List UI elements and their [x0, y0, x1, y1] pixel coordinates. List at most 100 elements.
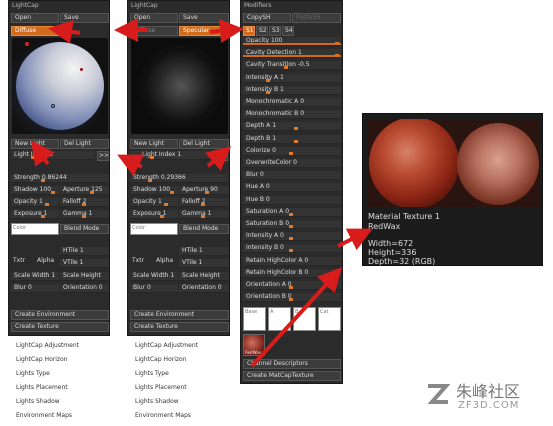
- swatch-cat[interactable]: Cat: [318, 307, 341, 331]
- light-index-slider[interactable]: Light Index 1: [11, 151, 95, 160]
- slider-knob[interactable]: [266, 90, 270, 94]
- blend-mode-button[interactable]: Blend Mode: [179, 224, 229, 234]
- lightcap-preview[interactable]: [131, 38, 228, 134]
- slider-knob[interactable]: [289, 237, 293, 241]
- slider-knob[interactable]: [289, 298, 293, 302]
- modifier-slider[interactable]: Saturation B 0: [243, 220, 341, 229]
- vtile-slider[interactable]: VTile 1: [60, 259, 109, 268]
- lightcap-preview[interactable]: [12, 38, 108, 134]
- create-matcap-texture-button[interactable]: Create MatCapTexture: [243, 371, 341, 381]
- new-light-button[interactable]: New Light: [11, 139, 59, 149]
- submenu-item[interactable]: LightCap Horizon: [16, 356, 79, 370]
- swatch-a[interactable]: A: [268, 307, 291, 331]
- open-button[interactable]: Open: [130, 13, 178, 23]
- slider-knob[interactable]: [289, 151, 293, 155]
- light-marker-icon[interactable]: [51, 104, 55, 108]
- alpha-label[interactable]: Alpha: [37, 257, 54, 264]
- modifier-slider[interactable]: Intensity A 1: [243, 73, 341, 83]
- modifier-slider[interactable]: Depth A 1: [243, 122, 341, 132]
- submenu-item[interactable]: Lights Type: [135, 370, 198, 384]
- modifier-slider[interactable]: Blur 0: [243, 171, 341, 181]
- shadow-slider[interactable]: Shadow 100: [130, 186, 178, 195]
- slider-knob[interactable]: [284, 66, 288, 70]
- slider-knob[interactable]: [294, 139, 298, 143]
- scale-height-slider[interactable]: Scale Height: [60, 272, 109, 281]
- modifier-slider[interactable]: Retain HighColor A 0: [243, 256, 341, 266]
- copy-sh-button[interactable]: CopySH: [243, 13, 291, 23]
- tab-s4[interactable]: S4: [282, 26, 294, 36]
- submenu-item[interactable]: Environment Maps: [135, 412, 198, 426]
- diffuse-mode-button[interactable]: Diffuse: [11, 26, 59, 36]
- submenu-item[interactable]: Lights Type: [16, 370, 79, 384]
- opacity-slider[interactable]: Opacity 1: [130, 198, 178, 207]
- swatch-base[interactable]: Base: [243, 307, 266, 331]
- modifier-slider[interactable]: Depth B 1: [243, 134, 341, 144]
- scale-width-slider[interactable]: Scale Width 1: [11, 272, 59, 281]
- modifier-slider[interactable]: Intensity A 0: [243, 232, 341, 242]
- create-texture-button[interactable]: Create Texture: [11, 322, 109, 332]
- slider-knob[interactable]: [148, 179, 152, 182]
- next-light-button[interactable]: >>: [97, 151, 109, 161]
- modifier-slider[interactable]: Intensity B 0: [243, 244, 341, 254]
- slider-knob[interactable]: [289, 286, 293, 289]
- htile-slider[interactable]: HTile 1: [179, 247, 229, 256]
- txtr-label[interactable]: Txtr: [132, 257, 144, 264]
- open-button[interactable]: Open: [11, 13, 59, 23]
- slider-knob[interactable]: [294, 127, 298, 131]
- gamma-slider[interactable]: Gamma 1: [179, 210, 229, 219]
- diffuse-mode-button[interactable]: Diffuse: [130, 26, 178, 36]
- slider-knob[interactable]: [82, 203, 86, 206]
- modifier-slider[interactable]: Cavity Transition -0.5: [243, 61, 341, 71]
- gamma-slider[interactable]: Gamma 1: [60, 210, 109, 219]
- scale-height-slider[interactable]: Scale Height: [179, 272, 229, 281]
- slider-knob[interactable]: [160, 215, 164, 218]
- swatch-b[interactable]: B: [293, 307, 316, 331]
- opacity-slider[interactable]: Opacity 1: [11, 198, 59, 207]
- channel-descriptors-button[interactable]: Channel Descriptors: [243, 359, 341, 369]
- modifier-slider[interactable]: Colorize 0: [243, 146, 341, 156]
- slider-knob[interactable]: [266, 78, 270, 82]
- aperture-slider[interactable]: Aperture 125: [60, 186, 109, 195]
- shadow-slider[interactable]: Shadow 100: [11, 186, 59, 195]
- modifier-slider[interactable]: Intensity B 1: [243, 85, 341, 95]
- slider-knob[interactable]: [41, 179, 45, 182]
- slider-knob[interactable]: [289, 249, 293, 253]
- del-light-button[interactable]: Del Light: [179, 139, 229, 149]
- blend-mode-button[interactable]: Blend Mode: [60, 224, 109, 234]
- color-swatch[interactable]: Color: [130, 223, 178, 235]
- aperture-slider[interactable]: Aperture 90: [179, 186, 229, 195]
- create-environment-button[interactable]: Create Environment: [11, 310, 109, 320]
- submenu-item[interactable]: Lights Shadow: [16, 398, 79, 412]
- modifier-slider[interactable]: Monochromatic A 0: [243, 98, 341, 107]
- modifier-slider[interactable]: OverwriteColor 0: [243, 159, 341, 168]
- modifier-slider[interactable]: Orientation A 0: [243, 281, 341, 290]
- light-marker-icon[interactable]: [80, 68, 83, 71]
- create-environment-button[interactable]: Create Environment: [130, 310, 229, 320]
- paste-sh-button[interactable]: PasteSH: [292, 13, 341, 23]
- modifier-slider[interactable]: Orientation B 0: [243, 293, 341, 303]
- new-light-button[interactable]: New Light: [130, 139, 178, 149]
- exposure-slider[interactable]: Exposure 1: [130, 210, 178, 219]
- htile-slider[interactable]: HTile 1: [60, 247, 109, 256]
- slider-knob[interactable]: [90, 191, 94, 194]
- specular-mode-button[interactable]: Specular: [179, 26, 229, 36]
- modifier-slider[interactable]: Saturation A 0: [243, 207, 341, 217]
- submenu-item[interactable]: LightCap Horizon: [135, 356, 198, 370]
- tab-s2[interactable]: S2: [256, 26, 268, 36]
- strength-slider[interactable]: Strength 0.86244: [11, 174, 109, 183]
- modifier-slider[interactable]: Hue B 0: [243, 195, 341, 205]
- modifier-slider[interactable]: Retain HighColor B 0: [243, 268, 341, 278]
- material-texture-thumbnail[interactable]: RedWax: [243, 334, 265, 356]
- orientation-slider[interactable]: Orientation 0: [60, 284, 109, 293]
- falloff-slider[interactable]: Falloff 2: [179, 198, 229, 207]
- scale-width-slider[interactable]: Scale Width 1: [130, 272, 178, 281]
- slider-knob[interactable]: [31, 156, 35, 159]
- vtile-slider[interactable]: VTile 1: [179, 259, 229, 268]
- light-index-slider[interactable]: Light Index 1: [130, 151, 214, 160]
- color-swatch[interactable]: Color: [11, 223, 59, 235]
- slider-knob[interactable]: [45, 203, 49, 206]
- modifier-slider[interactable]: Opacity 100: [243, 37, 341, 46]
- modifier-slider[interactable]: Monochromatic B 0: [243, 110, 341, 120]
- create-texture-button[interactable]: Create Texture: [130, 322, 229, 332]
- submenu-item[interactable]: Lights Placement: [135, 384, 198, 398]
